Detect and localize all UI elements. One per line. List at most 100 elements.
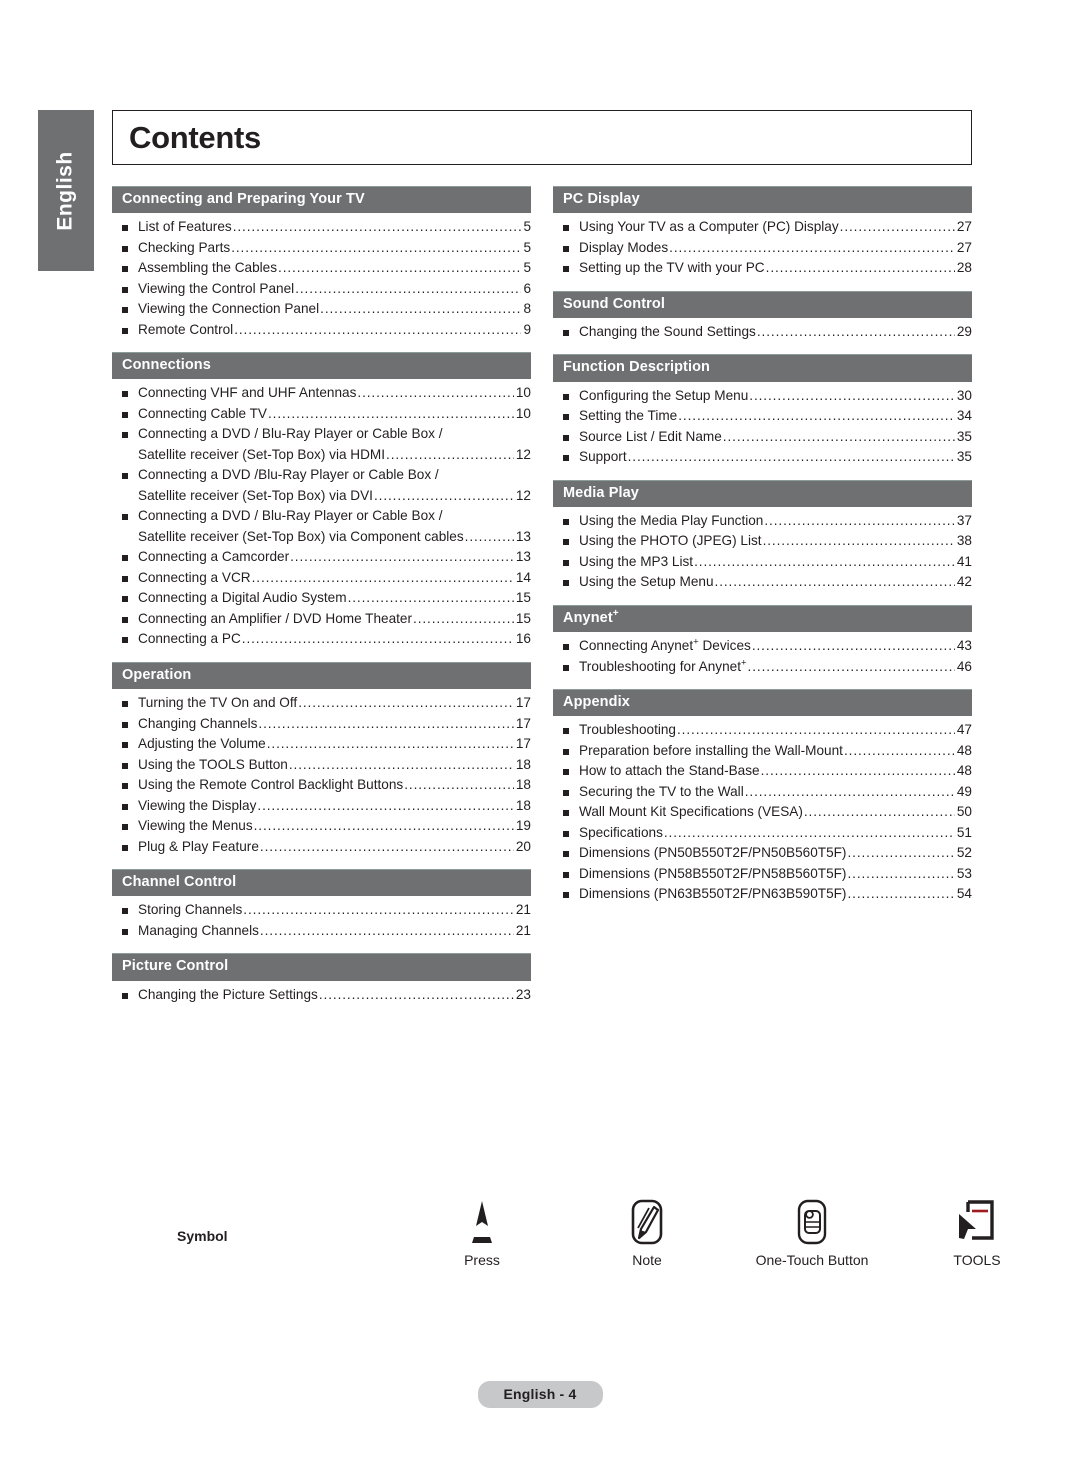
toc-entry[interactable]: Using the Remote Control Backlight Butto…	[112, 775, 531, 796]
toc-entry[interactable]: Using the TOOLS Button..................…	[112, 755, 531, 776]
toc-entry[interactable]: Using the PHOTO (JPEG) List.............…	[553, 531, 972, 552]
dot-leader: ........................................…	[751, 638, 955, 654]
toc-entry[interactable]: Plug & Play Feature.....................…	[112, 837, 531, 858]
toc-entry-page: 47	[956, 722, 972, 738]
toc-entry-label: Connecting a PC	[138, 631, 241, 647]
toc-section: Appendix Troubleshooting.................…	[553, 689, 972, 911]
dot-leader: ........................................…	[714, 574, 955, 590]
bullet-square-icon	[563, 728, 569, 735]
bullet-square-icon	[122, 908, 128, 915]
toc-entry-row: Remote Control..........................…	[138, 320, 531, 341]
bullet-square-icon	[122, 555, 128, 562]
toc-entry[interactable]: Assembling the Cables...................…	[112, 258, 531, 279]
toc-section: Media Play Using the Media Play Function.…	[553, 479, 972, 599]
toc-entry[interactable]: Checking Parts..........................…	[112, 238, 531, 259]
toc-entry-row: Connecting a Camcorder..................…	[138, 547, 531, 568]
toc-entry-label: Viewing the Control Panel	[138, 280, 295, 296]
toc-entry[interactable]: Setting up the TV with your PC..........…	[553, 258, 972, 279]
toc-entry[interactable]: Display Modes...........................…	[553, 238, 972, 259]
bullet-square-icon	[563, 664, 569, 671]
toc-entry[interactable]: Viewing the Menus.......................…	[112, 816, 531, 837]
toc-entry[interactable]: Connecting a PC.........................…	[112, 629, 531, 650]
note-pencil-icon	[572, 1194, 722, 1250]
tools-cursor-icon	[902, 1194, 1052, 1250]
toc-section-header: Picture Control	[112, 953, 531, 981]
toc-entry-row: Dimensions (PN58B550T2F/PN58B560T5F)....…	[579, 864, 972, 885]
toc-entry[interactable]: Connecting a VCR........................…	[112, 568, 531, 589]
toc-section-header: Function Description	[553, 354, 972, 382]
dot-leader: ........................................…	[234, 321, 521, 337]
toc-entry[interactable]: Troubleshooting.........................…	[553, 720, 972, 741]
toc-entry[interactable]: Adjusting the Volume....................…	[112, 734, 531, 755]
toc-entry[interactable]: Using the MP3 List......................…	[553, 552, 972, 573]
toc-entry[interactable]: Storing Channels........................…	[112, 900, 531, 921]
toc-entry-row: Setting up the TV with your PC..........…	[579, 258, 972, 279]
toc-entry[interactable]: Remote Control..........................…	[112, 320, 531, 341]
toc-entry[interactable]: List of Features........................…	[112, 217, 531, 238]
bullet-square-icon	[122, 803, 128, 810]
toc-entry-page: 48	[956, 742, 972, 758]
toc-entry[interactable]: Viewing the Display.....................…	[112, 796, 531, 817]
bullet-square-icon	[122, 928, 128, 935]
toc-entry[interactable]: Preparation before installing the Wall-M…	[553, 741, 972, 762]
toc-entry-row: Specifications..........................…	[579, 823, 972, 844]
toc-entry[interactable]: Changing the Picture Settings...........…	[112, 985, 531, 1006]
toc-entry-row: Viewing the Connection Panel............…	[138, 299, 531, 320]
dot-leader: ........................................…	[243, 902, 514, 918]
toc-entry[interactable]: Securing the TV to the Wall.............…	[553, 782, 972, 803]
language-side-tab-label: English	[54, 150, 77, 231]
toc-entry[interactable]: Managing Channels.......................…	[112, 921, 531, 942]
toc-entry-label: Checking Parts	[138, 239, 231, 255]
bullet-square-icon	[563, 518, 569, 525]
bullet-square-icon	[563, 644, 569, 651]
toc-entry[interactable]: Turning the TV On and Off...............…	[112, 693, 531, 714]
toc-entry[interactable]: Connecting VHF and UHF Antennas.........…	[112, 383, 531, 404]
toc-entry[interactable]: Dimensions (PN50B550T2F/PN50B560T5F)....…	[553, 843, 972, 864]
toc-entry[interactable]: Dimensions (PN58B550T2F/PN58B560T5F)....…	[553, 864, 972, 885]
dot-leader: ........................................…	[762, 533, 955, 549]
toc-entry[interactable]: Connecting a DVD / Blu-Ray Player or Cab…	[112, 506, 531, 547]
toc-entry[interactable]: Connecting a DVD / Blu-Ray Player or Cab…	[112, 424, 531, 465]
toc-entry[interactable]: Configuring the Setup Menu..............…	[553, 386, 972, 407]
toc-entry[interactable]: Connecting a Camcorder..................…	[112, 547, 531, 568]
toc-entry[interactable]: Viewing the Connection Panel............…	[112, 299, 531, 320]
toc-entry[interactable]: Dimensions (PN63B550T2F/PN63B590T5F)....…	[553, 884, 972, 905]
toc-entry[interactable]: Using the Setup Menu....................…	[553, 572, 972, 593]
toc-entry[interactable]: Connecting a Digital Audio System.......…	[112, 588, 531, 609]
toc-entry[interactable]: Connecting Anynet+ Devices..............…	[553, 636, 972, 657]
toc-entry-row: Connecting a DVD / Blu-Ray Player or Cab…	[138, 424, 531, 445]
toc-entry-page: 14	[515, 569, 531, 585]
toc-entry-row: Configuring the Setup Menu..............…	[579, 386, 972, 407]
toc-entry[interactable]: Connecting Cable TV.....................…	[112, 404, 531, 425]
toc-entry[interactable]: Viewing the Control Panel...............…	[112, 279, 531, 300]
dot-leader: ........................................…	[803, 804, 955, 820]
toc-entry-page: 35	[956, 428, 972, 444]
toc-entry[interactable]: Connecting a DVD /Blu-Ray Player or Cabl…	[112, 465, 531, 506]
toc-entry[interactable]: Specifications..........................…	[553, 823, 972, 844]
toc-entry[interactable]: Changing the Sound Settings.............…	[553, 322, 972, 343]
toc-entry[interactable]: Changing Channels.......................…	[112, 714, 531, 735]
bullet-square-icon	[122, 824, 128, 831]
toc-entry[interactable]: Connecting an Amplifier / DVD Home Theat…	[112, 609, 531, 630]
toc-entry-label: Changing the Picture Settings	[138, 986, 318, 1002]
dot-leader: ........................................…	[253, 818, 514, 834]
toc-entry-page: 27	[956, 219, 972, 235]
toc-entry-row: Changing Channels.......................…	[138, 714, 531, 735]
toc-entry[interactable]: Using Your TV as a Computer (PC) Display…	[553, 217, 972, 238]
dot-leader: ........................................…	[267, 405, 514, 421]
toc-entry[interactable]: Wall Mount Kit Specifications (VESA)....…	[553, 802, 972, 823]
toc-entry-page: 51	[956, 824, 972, 840]
toc-entry[interactable]: Setting the Time........................…	[553, 406, 972, 427]
toc-entry[interactable]: Troubleshooting for Anynet+.............…	[553, 657, 972, 678]
toc-entry[interactable]: Using the Media Play Function...........…	[553, 511, 972, 532]
toc-entry[interactable]: Source List / Edit Name.................…	[553, 427, 972, 448]
bullet-square-icon	[122, 391, 128, 398]
dot-leader: ........................................…	[278, 260, 522, 276]
toc-entry[interactable]: Support.................................…	[553, 447, 972, 468]
toc-entry-label: Setting up the TV with your PC	[579, 260, 765, 276]
dot-leader: ........................................…	[266, 736, 514, 752]
bullet-square-icon	[563, 393, 569, 400]
page-footer: English - 4	[0, 1381, 1080, 1408]
bullet-square-icon	[122, 575, 128, 582]
toc-entry[interactable]: How to attach the Stand-Base............…	[553, 761, 972, 782]
